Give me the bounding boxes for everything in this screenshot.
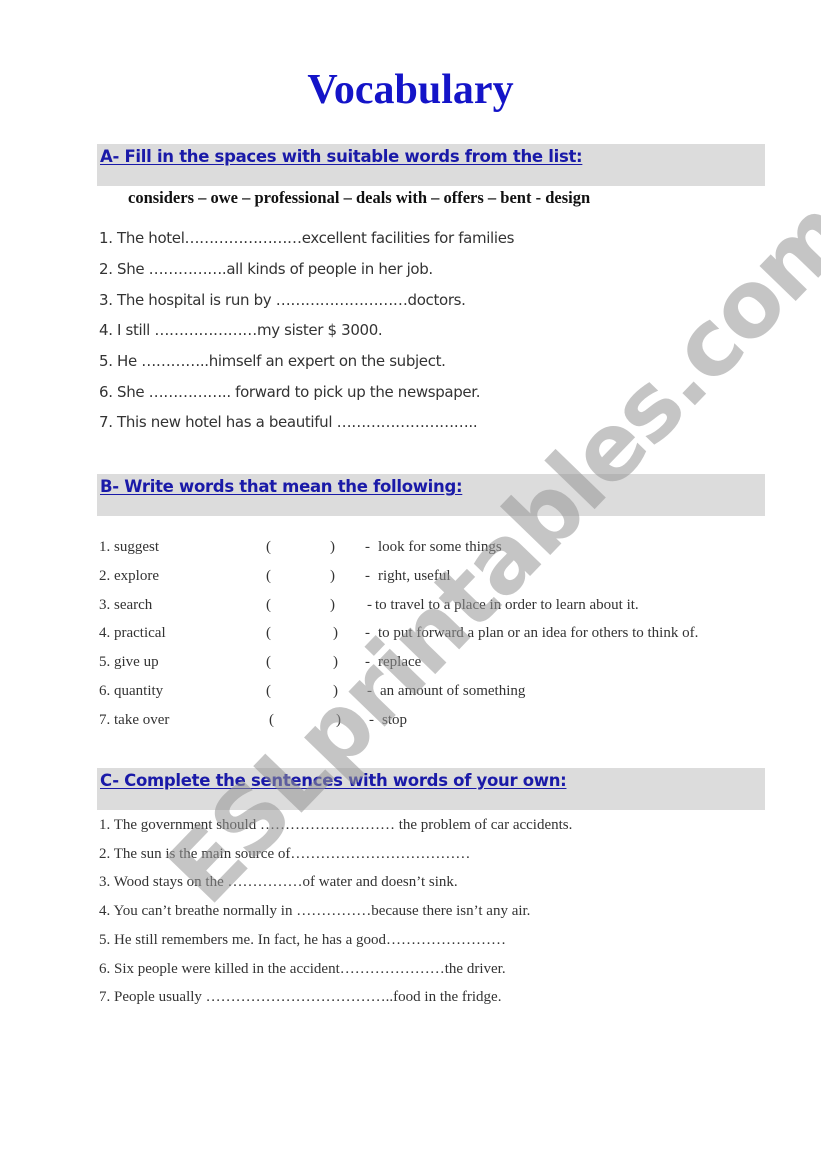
- section-b-row: 7. take over ( ) - stop: [99, 710, 759, 730]
- open-paren: (: [266, 597, 271, 613]
- definition: to put forward a plan or an idea for oth…: [378, 625, 699, 641]
- section-a-item: 6. She …………….. forward to pick up the ne…: [99, 383, 481, 401]
- section-c-item: 2. The sun is the main source of………………………: [99, 846, 471, 862]
- section-a-item: 1. The hotel……………………excellent facilities…: [99, 229, 515, 247]
- term: 3. search: [99, 597, 153, 613]
- open-paren: (: [266, 654, 271, 670]
- dash: -: [365, 539, 370, 555]
- close-paren: ): [336, 712, 341, 728]
- close-paren: ): [330, 568, 335, 584]
- section-c-item: 7. People usually ………………………………..food in …: [99, 989, 502, 1005]
- section-a-item: 5. He …………..himself an expert on the sub…: [99, 352, 446, 370]
- definition: stop: [382, 712, 408, 728]
- section-c-item: 1. The government should ……………………… the p…: [99, 817, 573, 833]
- term: 6. quantity: [99, 683, 164, 699]
- dash: -: [367, 597, 372, 613]
- close-paren: ): [333, 654, 338, 670]
- dash: -: [365, 654, 370, 670]
- close-paren: ): [333, 625, 338, 641]
- section-a-heading: A- Fill in the spaces with suitable word…: [100, 147, 583, 166]
- definition: replace: [378, 654, 422, 670]
- term: 2. explore: [99, 568, 159, 584]
- section-b-row: 1. suggest ( ) - look for some things: [99, 537, 759, 557]
- section-a-item: 2. She …………….all kinds of people in her …: [99, 260, 433, 278]
- section-b-row: 4. practical ( ) - to put forward a plan…: [99, 623, 759, 643]
- open-paren: (: [269, 712, 274, 728]
- section-b-row: 6. quantity ( ) - an amount of something: [99, 681, 759, 701]
- definition: an amount of something: [380, 683, 526, 699]
- dash: -: [365, 625, 370, 641]
- section-b-row: 2. explore ( ) - right, useful: [99, 566, 759, 586]
- section-b-row: 3. search ( ) - to travel to a place in …: [99, 595, 759, 615]
- term: 7. take over: [99, 712, 170, 728]
- dash: -: [367, 683, 372, 699]
- section-c-item: 5. He still remembers me. In fact, he ha…: [99, 932, 506, 948]
- open-paren: (: [266, 625, 271, 641]
- definition: right, useful: [378, 568, 451, 584]
- term: 1. suggest: [99, 539, 159, 555]
- section-a-item: 4. I still …………………my sister $ 3000.: [99, 321, 383, 339]
- section-b-heading: B- Write words that mean the following:: [100, 477, 463, 496]
- definition: look for some things: [378, 539, 502, 555]
- close-paren: ): [330, 539, 335, 555]
- dash: -: [365, 568, 370, 584]
- section-c-item: 3. Wood stays on the ……………of water and d…: [99, 874, 458, 890]
- section-b-row: 5. give up ( ) - replace: [99, 652, 759, 672]
- close-paren: ): [333, 683, 338, 699]
- section-a-item: 7. This new hotel has a beautiful …………………: [99, 413, 478, 431]
- definition: to travel to a place in order to learn a…: [375, 597, 639, 613]
- section-c-heading: C- Complete the sentences with words of …: [100, 771, 567, 790]
- open-paren: (: [266, 568, 271, 584]
- page-title: Vocabulary: [307, 67, 514, 113]
- open-paren: (: [266, 539, 271, 555]
- close-paren: ): [330, 597, 335, 613]
- open-paren: (: [266, 683, 271, 699]
- section-c-item: 6. Six people were killed in the acciden…: [99, 961, 506, 977]
- section-a-item: 3. The hospital is run by ………………………docto…: [99, 291, 466, 309]
- term: 4. practical: [99, 625, 166, 641]
- word-list: considers – owe – professional – deals w…: [128, 188, 591, 207]
- term: 5. give up: [99, 654, 159, 670]
- section-c-item: 4. You can’t breathe normally in ……………be…: [99, 903, 531, 919]
- dash: -: [369, 712, 374, 728]
- worksheet-page: Vocabulary A- Fill in the spaces with su…: [0, 0, 821, 1169]
